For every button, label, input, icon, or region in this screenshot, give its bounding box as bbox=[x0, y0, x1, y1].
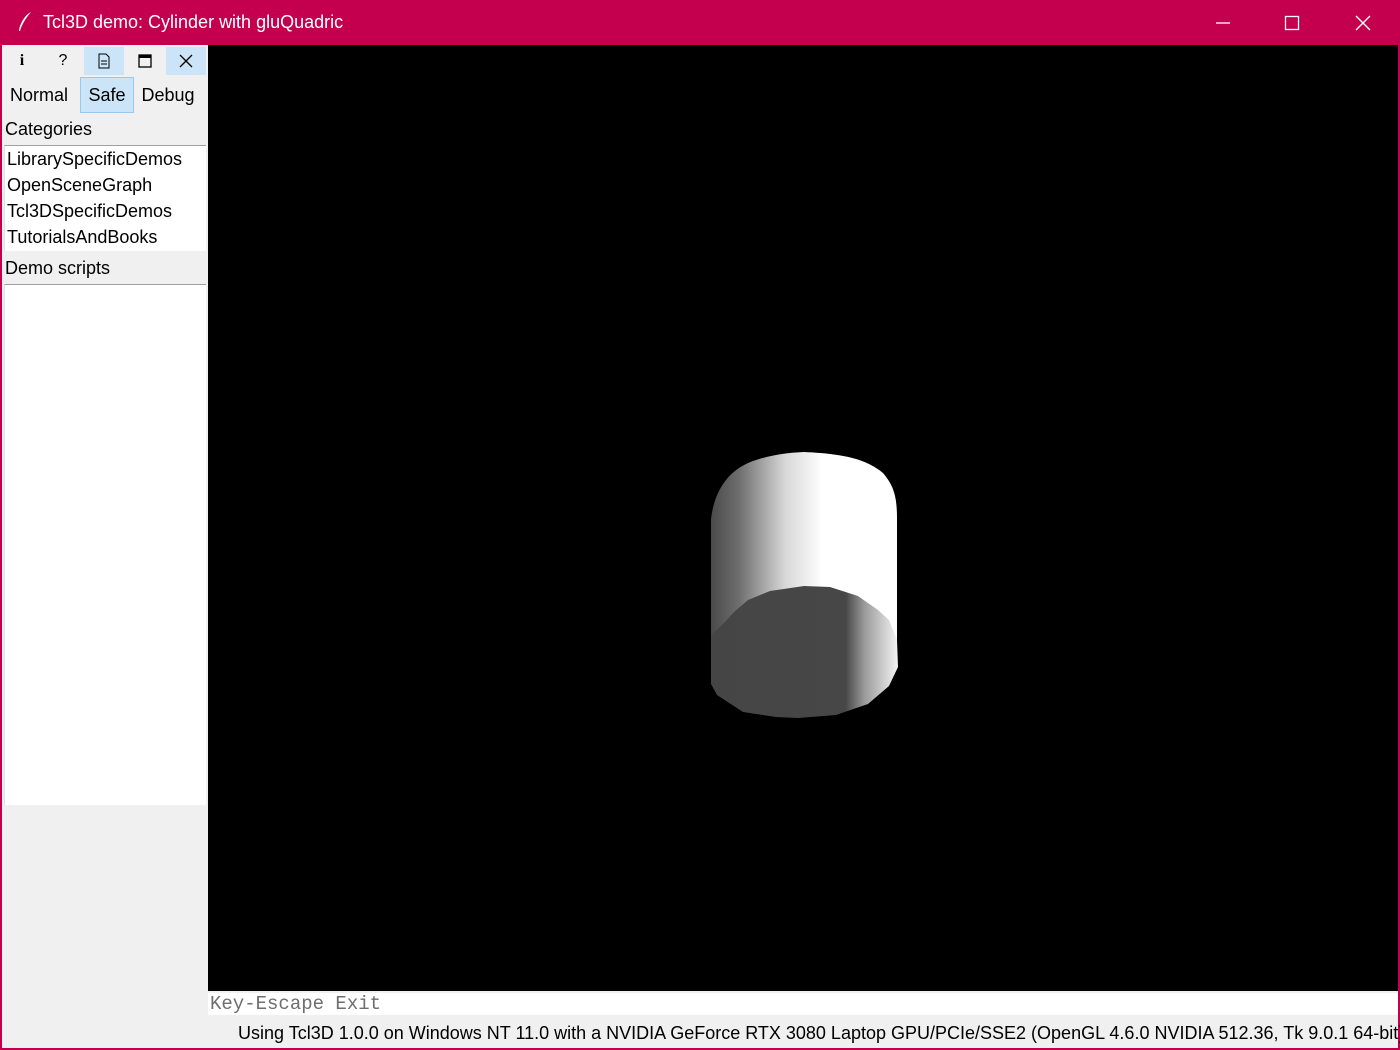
fullscreen-icon bbox=[138, 54, 152, 68]
window-title: Tcl3D demo: Cylinder with gluQuadric bbox=[43, 12, 344, 32]
demo-scripts-list[interactable] bbox=[4, 284, 206, 805]
document-icon bbox=[98, 53, 110, 69]
window-client: i ? Normal Safe Debug Categories Library… bbox=[2, 45, 1400, 1048]
categories-list[interactable]: LibrarySpecificDemos OpenSceneGraph Tcl3… bbox=[4, 145, 206, 251]
cylinder-render bbox=[711, 452, 898, 718]
demo-scripts-label: Demo scripts bbox=[5, 258, 111, 278]
close-icon bbox=[1355, 15, 1371, 30]
info-button[interactable]: i bbox=[2, 47, 42, 75]
maximize-button[interactable] bbox=[1257, 0, 1327, 45]
opengl-viewport[interactable] bbox=[208, 45, 1398, 991]
help-icon: ? bbox=[58, 52, 68, 69]
command-input[interactable]: Key-Escape Exit bbox=[208, 993, 1398, 1015]
list-item[interactable]: LibrarySpecificDemos bbox=[5, 146, 206, 172]
mode-debug-button[interactable]: Debug bbox=[138, 77, 198, 113]
list-item[interactable]: OpenSceneGraph bbox=[5, 172, 206, 198]
mode-normal-button[interactable]: Normal bbox=[5, 77, 73, 113]
mode-selector: Normal Safe Debug bbox=[2, 77, 208, 113]
list-item[interactable]: TutorialsAndBooks bbox=[5, 224, 206, 250]
minimize-button[interactable] bbox=[1188, 0, 1258, 45]
exit-button[interactable] bbox=[166, 47, 206, 75]
list-item[interactable]: Tcl3DSpecificDemos bbox=[5, 198, 206, 224]
sidebar: i ? Normal Safe Debug Categories Library… bbox=[2, 45, 208, 992]
document-button[interactable] bbox=[84, 47, 124, 75]
categories-label: Categories bbox=[5, 119, 93, 139]
info-icon: i bbox=[19, 52, 25, 69]
fullscreen-button[interactable] bbox=[125, 47, 165, 75]
close-button[interactable] bbox=[1328, 0, 1398, 45]
feather-icon bbox=[19, 12, 31, 31]
minimize-icon bbox=[1216, 21, 1230, 24]
toolbar: i ? bbox=[2, 47, 208, 75]
title-bar: Tcl3D demo: Cylinder with gluQuadric bbox=[0, 0, 1400, 45]
mode-safe-button[interactable]: Safe bbox=[80, 77, 134, 113]
status-bar: Using Tcl3D 1.0.0 on Windows NT 11.0 wit… bbox=[238, 1023, 1400, 1043]
help-button[interactable]: ? bbox=[43, 47, 83, 75]
close-icon bbox=[179, 54, 193, 68]
maximize-icon bbox=[1284, 15, 1300, 30]
